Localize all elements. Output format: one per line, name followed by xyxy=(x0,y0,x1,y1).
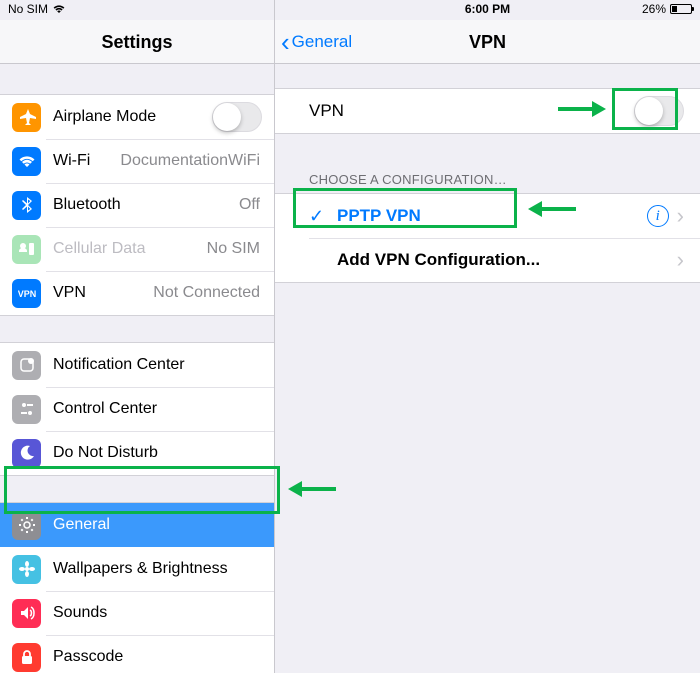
sidebar-item-cellular: Cellular DataNo SIM xyxy=(0,227,274,271)
carrier-text: No SIM xyxy=(8,2,48,16)
sidebar-item-bluetooth[interactable]: BluetoothOff xyxy=(0,183,274,227)
sidebar-item-vpn-left[interactable]: VPNVPNNot Connected xyxy=(0,271,274,315)
settings-sidebar: No SIM Settings Airplane Mode Wi-FiDocume… xyxy=(0,0,275,673)
vpn-config-row[interactable]: ✓ PPTP VPN i › xyxy=(275,194,700,238)
sidebar-item-label: Bluetooth xyxy=(53,196,121,214)
settings-navbar: Settings xyxy=(0,20,274,64)
sidebar-item-value: DocumentationWiFi xyxy=(90,152,262,170)
vpn-toggle-row[interactable]: VPN xyxy=(275,89,700,133)
info-icon[interactable]: i xyxy=(647,205,669,227)
chevron-right-icon: › xyxy=(677,247,684,273)
sidebar-item-wifi[interactable]: Wi-FiDocumentationWiFi xyxy=(0,139,274,183)
choose-config-header: CHOOSE A CONFIGURATION… xyxy=(275,162,700,193)
moon-icon xyxy=(12,439,41,468)
sidebar-item-general[interactable]: General xyxy=(0,503,274,547)
vpn-config-name: PPTP VPN xyxy=(337,206,647,226)
sidebar-item-label: Control Center xyxy=(53,400,157,418)
settings-group: General Wallpapers & Brightness Sounds Pass… xyxy=(0,502,274,673)
notif-icon xyxy=(12,351,41,380)
status-bar-left: No SIM xyxy=(0,0,274,20)
bluetooth-icon xyxy=(12,191,41,220)
sidebar-item-label: Notification Center xyxy=(53,356,185,374)
battery-percent: 26% xyxy=(642,2,666,16)
sidebar-item-ncenter[interactable]: Notification Center xyxy=(0,343,274,387)
sidebar-item-airplane[interactable]: Airplane Mode xyxy=(0,95,274,139)
gear-icon xyxy=(12,511,41,540)
annotation-arrow-pptp xyxy=(528,198,578,220)
chevron-right-icon: › xyxy=(677,203,684,229)
sidebar-item-label: Wi-Fi xyxy=(53,152,90,170)
add-vpn-row[interactable]: Add VPN Configuration... › xyxy=(275,238,700,282)
cellular-icon xyxy=(12,235,41,264)
status-bar-right: 6:00 PM 26% xyxy=(275,0,700,20)
sidebar-item-wallpaper[interactable]: Wallpapers & Brightness xyxy=(0,547,274,591)
sidebar-item-sounds[interactable]: Sounds xyxy=(0,591,274,635)
chevron-left-icon: ‹ xyxy=(281,20,290,64)
wifi-status-icon xyxy=(52,4,66,14)
settings-title: Settings xyxy=(0,20,274,64)
settings-group: Notification Center Control Center Do Not … xyxy=(0,342,274,476)
sidebar-item-label: Wallpapers & Brightness xyxy=(53,560,228,578)
sidebar-item-label: Sounds xyxy=(53,604,107,622)
control-icon xyxy=(12,395,41,424)
add-vpn-label: Add VPN Configuration... xyxy=(337,250,669,270)
sidebar-item-label: VPN xyxy=(53,284,86,302)
lock-icon xyxy=(12,643,41,672)
sidebar-item-dnd[interactable]: Do Not Disturb xyxy=(0,431,274,475)
airplane-toggle[interactable] xyxy=(212,102,262,132)
sidebar-item-passcode[interactable]: Passcode xyxy=(0,635,274,673)
sound-icon xyxy=(12,599,41,628)
back-button[interactable]: ‹ General xyxy=(281,20,352,64)
airplane-icon xyxy=(12,103,41,132)
sidebar-item-value: No SIM xyxy=(145,240,262,258)
sidebar-item-ccenter[interactable]: Control Center xyxy=(0,387,274,431)
sidebar-item-value: Off xyxy=(121,196,262,214)
battery-icon xyxy=(670,4,692,14)
clock: 6:00 PM xyxy=(275,2,700,16)
sidebar-item-label: Do Not Disturb xyxy=(53,444,158,462)
settings-group: Airplane ModeWi-FiDocumentationWiFiBluet… xyxy=(0,94,274,316)
flower-icon xyxy=(12,555,41,584)
check-icon: ✓ xyxy=(309,206,327,227)
sidebar-item-label: Airplane Mode xyxy=(53,108,156,126)
sidebar-item-label: Passcode xyxy=(53,648,123,666)
vpn-config-block: ✓ PPTP VPN i › Add VPN Configuration... … xyxy=(275,193,700,283)
vpn-toggle-block: VPN xyxy=(275,88,700,134)
svg-text:VPN: VPN xyxy=(18,289,36,299)
sidebar-item-label: General xyxy=(53,516,110,534)
sidebar-item-value: Not Connected xyxy=(86,284,262,302)
back-label: General xyxy=(292,20,352,64)
annotation-arrow-general xyxy=(288,478,338,500)
wifi-icon xyxy=(12,147,41,176)
sidebar-item-label: Cellular Data xyxy=(53,240,145,258)
annotation-arrow-toggle xyxy=(556,98,606,120)
vpn-icon: VPN xyxy=(12,279,41,308)
vpn-toggle[interactable] xyxy=(634,96,684,126)
detail-navbar: ‹ General VPN xyxy=(275,20,700,64)
detail-pane: 6:00 PM 26% ‹ General VPN VPN CHOOSE A C… xyxy=(275,0,700,673)
